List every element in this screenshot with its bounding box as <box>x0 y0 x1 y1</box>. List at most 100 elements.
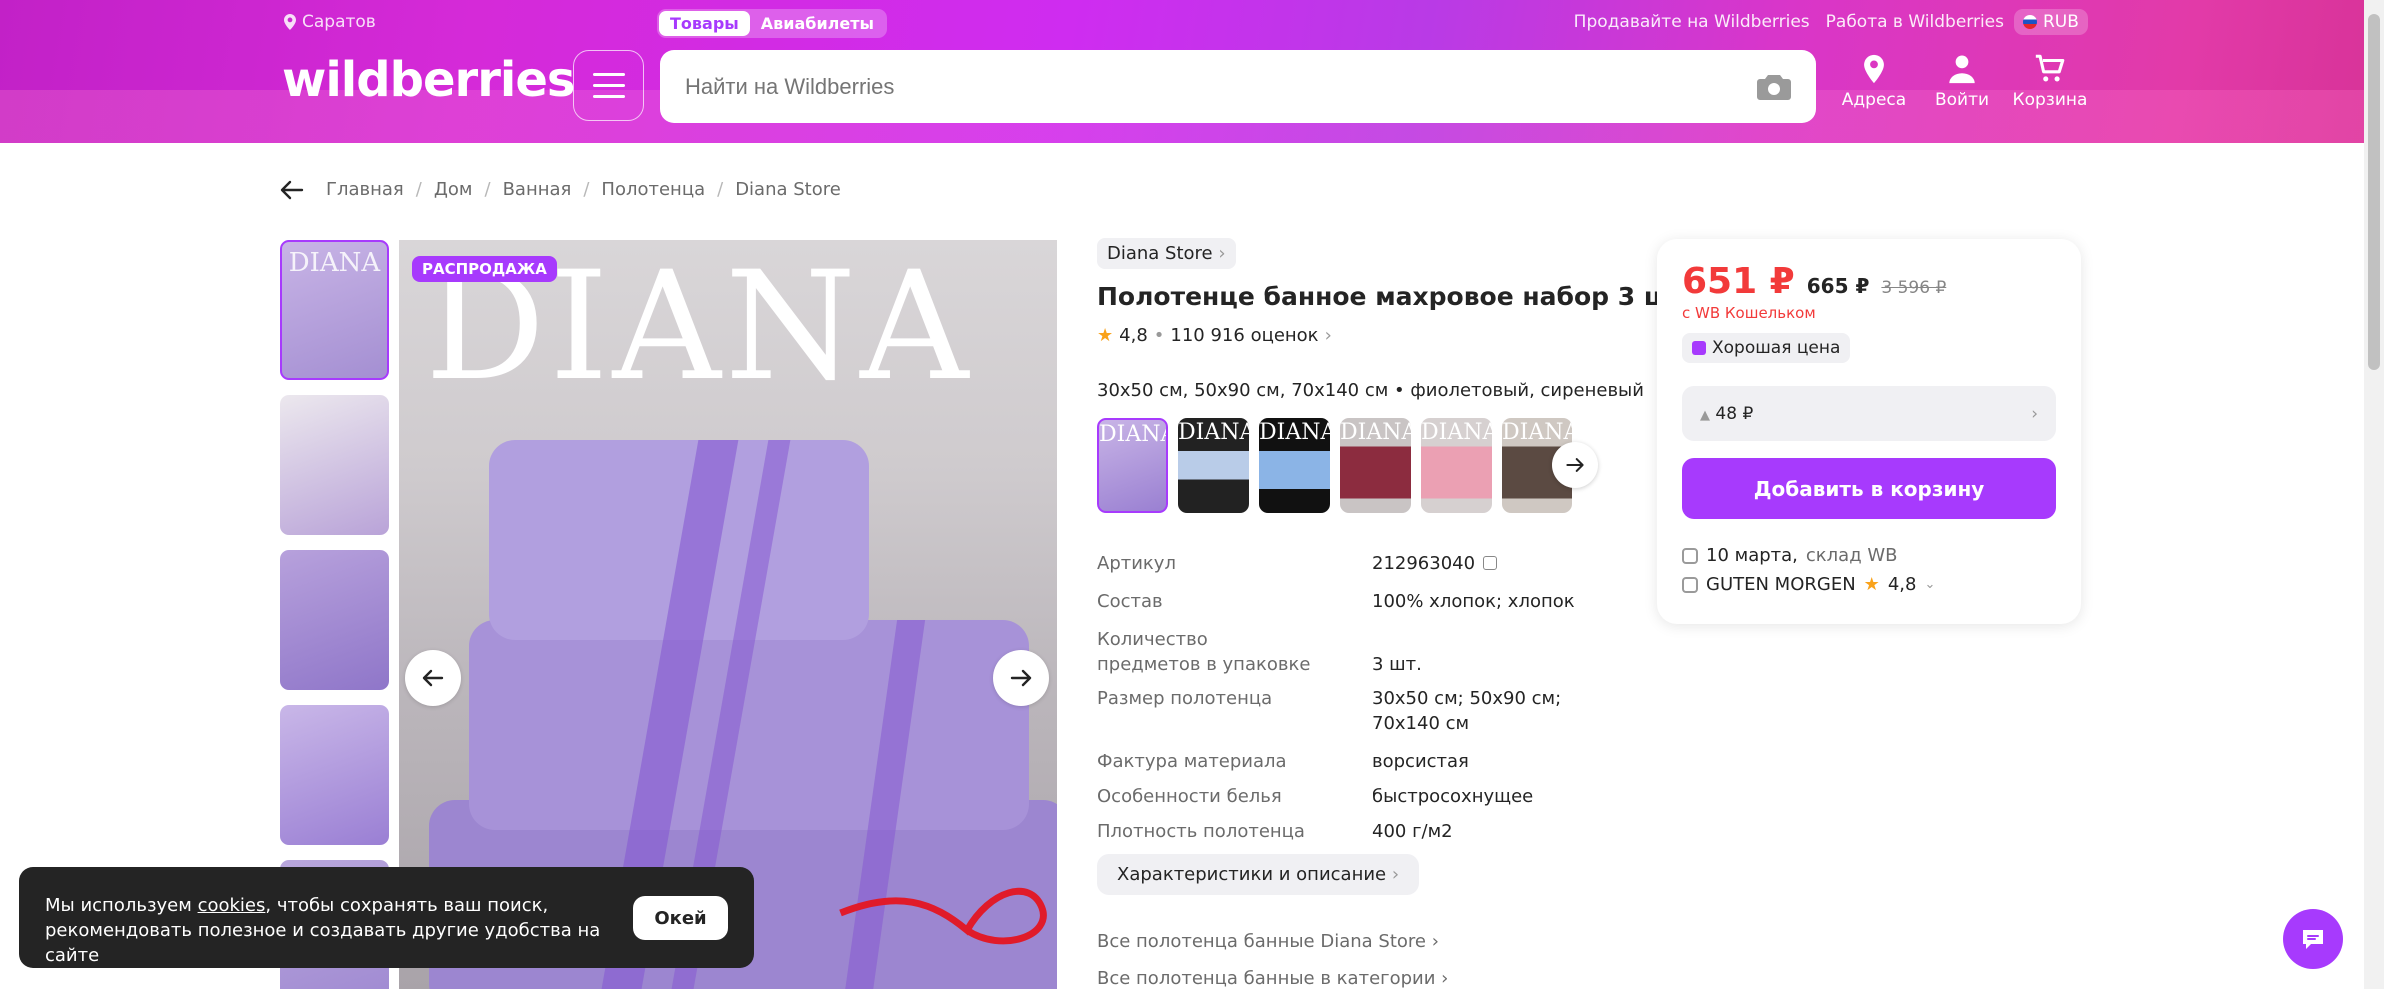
header-icons: Адреса Войти Корзина <box>1830 52 2094 110</box>
tab-goods[interactable]: Товары <box>659 11 750 36</box>
arrow-left-icon <box>422 669 444 687</box>
sell-link[interactable]: Продавайте на Wildberries <box>1574 12 1810 32</box>
spec-key: Размер полотенца <box>1097 688 1273 709</box>
chevron-right-icon: › <box>1441 968 1449 989</box>
add-to-cart-button[interactable]: Добавить в корзину <box>1682 458 2056 519</box>
colors-next-button[interactable] <box>1552 442 1598 488</box>
breadcrumb-item[interactable]: Ванная <box>503 179 572 200</box>
color-option-watermark: DIANA <box>1421 420 1492 445</box>
good-price-badge: Хорошая цена <box>1682 333 1851 363</box>
spec-row: Состав 100% хлопок; хлопок <box>1097 589 1617 614</box>
color-option[interactable]: DIANA <box>1178 418 1249 513</box>
color-options: DIANA DIANA DIANA DIANA DIANA DIANA <box>1097 418 1572 513</box>
breadcrumb-separator: / <box>583 179 590 200</box>
color-option-watermark: DIANA <box>1099 422 1166 447</box>
color-option[interactable]: DIANA <box>1097 418 1168 513</box>
seller-rating: 4,8 <box>1887 574 1917 595</box>
cart-icon <box>2035 54 2065 82</box>
cart-label: Корзина <box>2012 90 2088 110</box>
chevron-right-icon: › <box>1218 243 1226 264</box>
ribbon-heart-decoration <box>839 887 1047 945</box>
search-bar <box>660 50 1816 123</box>
page-scrollbar[interactable] <box>2364 0 2384 989</box>
category-link[interactable]: Все полотенца банные в категории › <box>1097 968 1448 989</box>
cart-button[interactable]: Корзина <box>2006 52 2094 110</box>
color-option[interactable]: DIANA <box>1340 418 1411 513</box>
back-arrow-icon[interactable] <box>278 176 306 204</box>
spec-value: 100% хлопок; хлопок <box>1372 591 1575 612</box>
gallery-thumbnail[interactable]: DIANA <box>280 240 389 380</box>
category-label: Все полотенца банные в категории <box>1097 968 1436 989</box>
brand-chip[interactable]: Diana Store › <box>1097 238 1236 269</box>
brand-category-link[interactable]: Все полотенца банные Diana Store › <box>1097 931 1439 952</box>
breadcrumb: Главная / Дом / Ванная / Полотенца / Diana S… <box>326 179 841 200</box>
gallery-thumbnail[interactable] <box>280 395 389 535</box>
menu-icon-line <box>592 95 625 98</box>
rating-value: 4,8 <box>1119 325 1148 346</box>
arrow-right-icon <box>1010 669 1032 687</box>
cookie-ok-button[interactable]: Окей <box>633 896 728 940</box>
breadcrumb-item[interactable]: Дом <box>434 179 473 200</box>
gallery-next-button[interactable] <box>993 650 1049 706</box>
cookie-banner: Мы используем cookies, чтобы сохранять в… <box>19 867 754 968</box>
wallet-note[interactable]: с WB Кошельком <box>1682 304 1816 322</box>
buy-box: 651 ₽ 665 ₽ 3 596 ₽ с WB Кошельком Хорош… <box>1657 239 2081 624</box>
product-title: Полотенце банное махровое набор 3 шт <box>1097 282 1685 311</box>
installment-row[interactable]: ▲ 48 ₽ › <box>1682 386 2056 441</box>
spec-row: Плотность полотенца 400 г/м2 <box>1097 819 1617 844</box>
delivery-date: 10 марта, <box>1706 545 1798 566</box>
delivery-info: 10 марта, склад WB <box>1682 545 1898 566</box>
menu-button[interactable] <box>573 50 644 121</box>
breadcrumb-separator: / <box>484 179 491 200</box>
location-pin-icon <box>284 14 296 30</box>
spec-row: Особенности белья быстросохнущее <box>1097 784 1617 809</box>
color-option[interactable]: DIANA <box>1259 418 1330 513</box>
search-input[interactable] <box>685 73 1757 100</box>
login-button[interactable]: Войти <box>1918 52 2006 110</box>
tab-flights[interactable]: Авиабилеты <box>750 11 885 36</box>
spec-row: Фактура материала ворсистая <box>1097 749 1617 774</box>
wildberries-logo[interactable]: wildberries <box>282 52 575 108</box>
breadcrumb-separator: / <box>717 179 724 200</box>
chevron-right-icon: › <box>1391 864 1400 885</box>
breadcrumb-item[interactable]: Главная <box>326 179 404 200</box>
color-option[interactable]: DIANA <box>1421 418 1492 513</box>
location-selector[interactable]: Саратов <box>284 12 376 32</box>
color-option-watermark: DIANA <box>1340 420 1411 445</box>
breadcrumb-item[interactable]: Полотенца <box>601 179 705 200</box>
installment-value-wrap: ▲ 48 ₽ <box>1700 404 1753 424</box>
cookies-link[interactable]: cookies <box>198 895 266 916</box>
breadcrumb-item[interactable]: Diana Store <box>735 179 841 200</box>
gallery-thumbnail[interactable] <box>280 550 389 690</box>
site-header: Саратов Товары Авиабилеты Продавайте на … <box>0 0 2364 143</box>
user-icon <box>1949 55 1975 84</box>
top-links: Продавайте на Wildberries Работа в Wildb… <box>1574 12 2004 32</box>
spec-key: Особенности белья <box>1097 786 1282 807</box>
chevron-right-icon: › <box>1431 931 1439 952</box>
page-root: { "header": { "location": "Саратов", "ta… <box>0 0 2384 989</box>
current-price: 665 ₽ <box>1806 274 1870 298</box>
location-pin-icon <box>1864 54 1884 84</box>
chat-button[interactable] <box>2283 909 2343 969</box>
seller-info[interactable]: GUTEN MORGEN ★ 4,8 ⌄ <box>1682 574 1935 595</box>
color-option-watermark: DIANA <box>1259 420 1330 445</box>
variant-label: 30x50 см, 50x90 см, 70x140 см • фиолетов… <box>1097 380 1644 401</box>
gallery-thumbnail[interactable] <box>280 705 389 845</box>
gallery-prev-button[interactable] <box>405 650 461 706</box>
spec-row: Артикул 212963040 <box>1097 551 1617 576</box>
product-rating[interactable]: ★ 4,8 • 110 916 оценок › <box>1097 325 1332 346</box>
color-option-watermark: DIANA <box>1502 420 1572 445</box>
scrollbar-thumb[interactable] <box>2368 14 2380 370</box>
currency-selector[interactable]: RUB <box>2014 9 2088 35</box>
camera-search-icon[interactable] <box>1757 73 1791 100</box>
addresses-button[interactable]: Адреса <box>1830 52 1918 110</box>
star-icon: ★ <box>1863 574 1880 595</box>
characteristics-button[interactable]: Характеристики и описание › <box>1097 854 1420 895</box>
thumbs-up-icon <box>1692 341 1706 355</box>
spec-value: 212963040 <box>1372 551 1617 576</box>
chat-icon <box>2303 930 2323 949</box>
jobs-link[interactable]: Работа в Wildberries <box>1826 12 2004 32</box>
copy-icon[interactable] <box>1483 556 1498 570</box>
login-label: Войти <box>1934 90 1990 110</box>
spec-value: 30x50 см; 50x90 см; 70x140 см <box>1372 688 1562 734</box>
